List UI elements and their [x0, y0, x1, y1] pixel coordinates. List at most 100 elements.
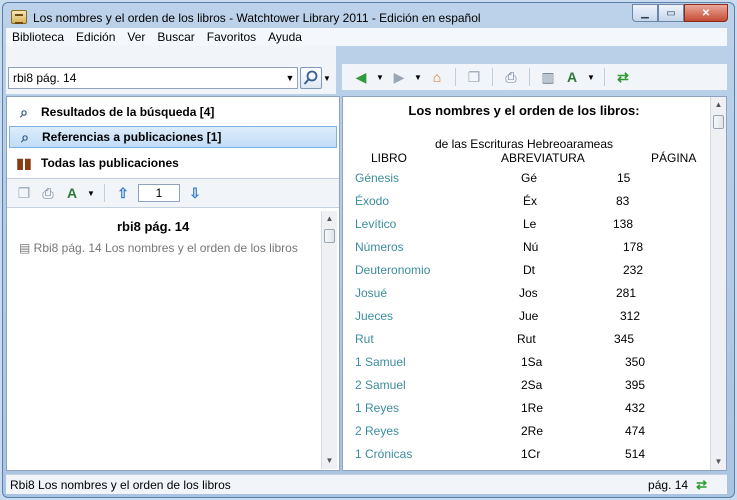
book-page: 474: [625, 424, 646, 438]
book-link[interactable]: Levítico: [355, 217, 396, 231]
toolbar-separator: [455, 68, 456, 86]
copy-icon[interactable]: ❐: [465, 68, 483, 86]
search-button[interactable]: [300, 67, 322, 89]
sync-icon[interactable]: ⇄: [614, 68, 632, 86]
minimize-button[interactable]: ▁: [632, 4, 658, 22]
result-entry[interactable]: ▤ Rbi8 pág. 14 Los nombres y el orden de…: [19, 241, 309, 256]
book-row: Josué Jos 281: [343, 286, 705, 306]
book-link[interactable]: Deuteronomio: [355, 263, 430, 277]
columns-icon[interactable]: ▥: [539, 68, 557, 86]
copy-icon[interactable]: ❐: [15, 184, 33, 202]
book-abbreviation: 1Sa: [521, 355, 543, 369]
book-link[interactable]: Números: [355, 240, 404, 254]
menu-favoritos[interactable]: Favoritos: [201, 30, 262, 44]
reference-input-value: rbi8 pág. 14: [13, 71, 77, 85]
book-page: 281: [616, 286, 637, 300]
book-row: Deuteronomio Dt 232: [343, 263, 705, 283]
window-controls: ▁ ▭ ✕: [632, 4, 728, 22]
result-number-input[interactable]: 1: [138, 184, 180, 202]
book-link[interactable]: 1 Samuel: [355, 355, 406, 369]
book-link[interactable]: Rut: [355, 332, 374, 346]
book-link[interactable]: 1 Reyes: [355, 401, 399, 415]
book-row: 1 Reyes 1Re 432: [343, 401, 705, 421]
book-page: 15: [617, 171, 631, 185]
book-row: Éxodo Éx 83: [343, 194, 705, 214]
menu-biblioteca[interactable]: Biblioteca: [6, 30, 70, 44]
book-row: Rut Rut 345: [343, 332, 705, 352]
next-result-icon[interactable]: ⇩: [186, 184, 204, 202]
nav-item-label: Resultados de la búsqueda [4]: [41, 105, 215, 119]
nav-item-publication-references[interactable]: ⌕ Referencias a publicaciones [1]: [9, 126, 337, 148]
book-abbreviation: Jos: [519, 286, 538, 300]
result-scrollbar[interactable]: ▲ ▼: [321, 211, 337, 469]
column-header-book: LIBRO: [371, 151, 408, 165]
book-abbreviation: Gé: [521, 171, 538, 185]
text-size-dropdown-icon[interactable]: ▼: [587, 68, 595, 86]
forward-icon[interactable]: ▶: [390, 68, 408, 86]
book-link[interactable]: Éxodo: [355, 194, 389, 208]
book-abbreviation: 2Sa: [521, 378, 543, 392]
result-preview: rbi8 pág. 14 ▤ Rbi8 pág. 14 Los nombres …: [7, 211, 337, 469]
nav-item-search-results[interactable]: ⌕ Resultados de la búsqueda [4]: [9, 101, 337, 123]
book-row: Génesis Gé 15: [343, 171, 705, 191]
maximize-button[interactable]: ▭: [658, 4, 684, 22]
book-page: 514: [625, 447, 646, 461]
book-abbreviation: Jue: [519, 309, 539, 323]
scroll-down-icon[interactable]: ▼: [322, 453, 337, 469]
book-row: Números Nú 178: [343, 240, 705, 260]
book-page: 83: [616, 194, 630, 208]
book-link[interactable]: 2 Reyes: [355, 424, 399, 438]
menu-buscar[interactable]: Buscar: [151, 30, 200, 44]
book-row: 2 Samuel 2Sa 395: [343, 378, 705, 398]
book-row: Levítico Le 138: [343, 217, 705, 237]
column-header-page: PÁGINA: [651, 151, 697, 165]
nav-item-all-publications[interactable]: ▮▮ Todas las publicaciones: [9, 152, 337, 174]
close-button[interactable]: ✕: [684, 4, 728, 22]
forward-dropdown-icon[interactable]: ▼: [414, 68, 422, 86]
search-options-dropdown[interactable]: ▼: [322, 67, 332, 89]
menu-edicion[interactable]: Edición: [70, 30, 121, 44]
book-link[interactable]: Génesis: [355, 171, 399, 185]
back-icon[interactable]: ◀: [352, 68, 370, 86]
book-page: 345: [614, 332, 635, 346]
print-icon[interactable]: ⎙: [39, 184, 57, 202]
book-page: 312: [620, 309, 641, 323]
books-icon: ▮▮: [16, 154, 32, 171]
home-icon[interactable]: ⌂: [428, 68, 446, 86]
result-entry-text: Rbi8 pág. 14 Los nombres y el orden de l…: [33, 241, 298, 255]
book-link[interactable]: 1 Crónicas: [355, 447, 412, 461]
book-page: 395: [625, 378, 646, 392]
scroll-thumb[interactable]: [713, 115, 724, 129]
book-abbreviation: 1Cr: [521, 447, 541, 461]
back-dropdown-icon[interactable]: ▼: [376, 68, 384, 86]
menu-ayuda[interactable]: Ayuda: [262, 30, 308, 44]
chevron-down-icon[interactable]: ▼: [283, 73, 297, 83]
scroll-down-icon[interactable]: ▼: [711, 454, 726, 470]
scroll-up-icon[interactable]: ▲: [322, 211, 337, 227]
book-link[interactable]: Jueces: [355, 309, 393, 323]
status-page: pág. 14: [648, 477, 689, 492]
text-size-icon[interactable]: A: [63, 184, 81, 202]
print-icon[interactable]: ⎙: [502, 68, 520, 86]
sync-icon[interactable]: ⇄: [696, 477, 707, 493]
app-icon: [11, 10, 27, 24]
search-icon: ⌕: [21, 128, 29, 145]
book-abbreviation: Dt: [523, 263, 535, 277]
reference-input[interactable]: rbi8 pág. 14 ▼: [8, 67, 298, 89]
book-page: 432: [625, 401, 646, 415]
scroll-up-icon[interactable]: ▲: [711, 97, 726, 113]
book-link[interactable]: Josué: [355, 286, 387, 300]
book-link[interactable]: 2 Samuel: [355, 378, 406, 392]
book-row: Jueces Jue 312: [343, 309, 705, 329]
title-bar[interactable]: Los nombres y el orden de los libros - W…: [3, 3, 734, 31]
menu-ver[interactable]: Ver: [121, 30, 151, 44]
book-page: 138: [613, 217, 634, 231]
status-bar: Rbi8 Los nombres y el orden de los libro…: [6, 474, 727, 494]
scroll-thumb[interactable]: [324, 229, 335, 243]
column-header-abbreviation: ABREVIATURA: [501, 151, 585, 165]
document-scrollbar[interactable]: ▲ ▼: [710, 97, 726, 470]
book-abbreviation: Le: [523, 217, 537, 231]
text-size-dropdown-icon[interactable]: ▼: [87, 184, 95, 202]
text-size-icon[interactable]: A: [563, 68, 581, 86]
previous-result-icon[interactable]: ⇧: [114, 184, 132, 202]
